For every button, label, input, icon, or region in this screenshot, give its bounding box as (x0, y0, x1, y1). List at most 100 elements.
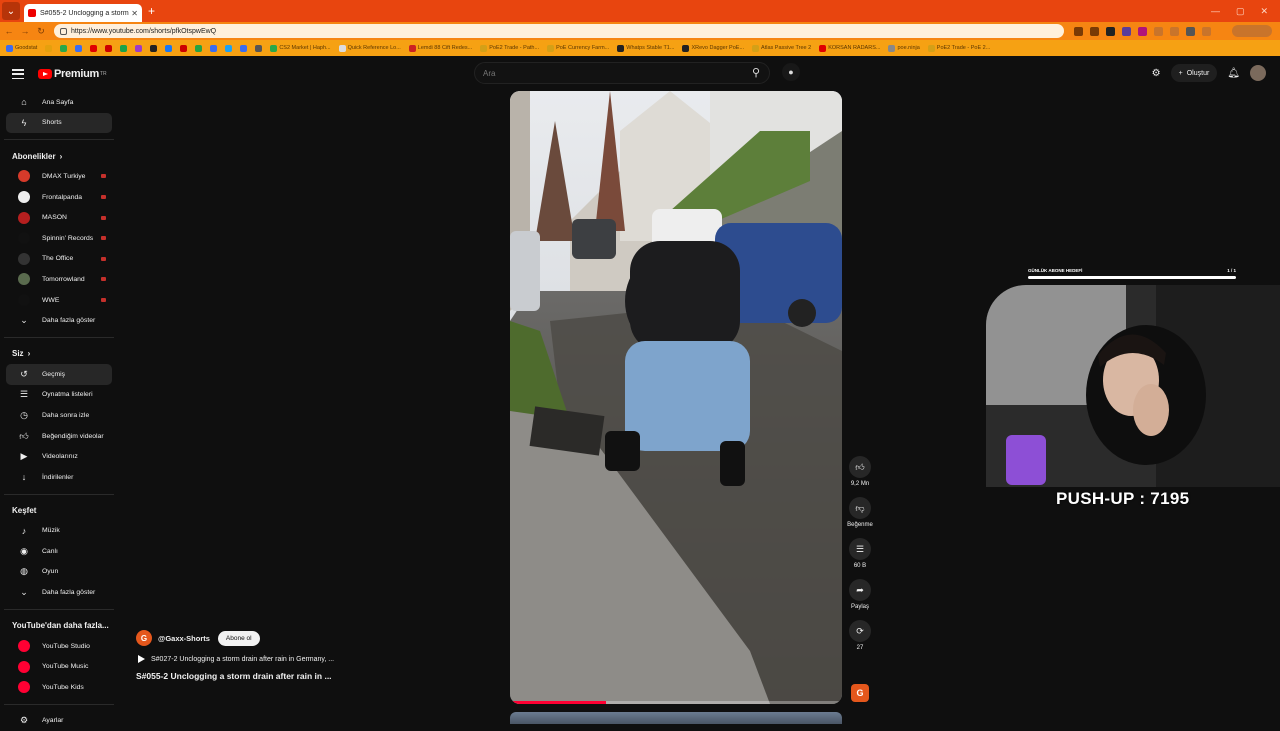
channel-avatar[interactable]: G (136, 630, 152, 646)
address-bar[interactable]: https://www.youtube.com/shorts/pfkOtspwE… (54, 24, 1064, 38)
bookmark-item[interactable] (180, 44, 188, 52)
bookmark-item[interactable]: Whatps Stable T1... (617, 44, 674, 52)
site-info-icon[interactable] (60, 27, 67, 35)
subscribe-button[interactable]: Abone ol (217, 630, 260, 646)
sidebar-item[interactable]: YouTube Music (6, 656, 112, 677)
bookmark-item[interactable] (210, 44, 218, 52)
bookmark-star-icon[interactable] (1090, 26, 1099, 36)
close-window-icon[interactable]: ✕ (1260, 6, 1268, 17)
profile-button[interactable] (1232, 25, 1272, 37)
bookmark-item[interactable] (75, 44, 83, 52)
bookmark-item[interactable]: Quick Reference Lo... (338, 44, 401, 52)
bookmark-item[interactable] (195, 44, 203, 52)
sidebar-item[interactable]: Tomorrowland (6, 269, 112, 290)
subscriptions-header[interactable]: Abonelikler › (0, 146, 118, 166)
bookmark-item[interactable] (225, 44, 233, 52)
sidebar-item[interactable]: ◍ Oyun (6, 562, 112, 583)
remix-button[interactable]: ⟳ (849, 620, 871, 642)
bookmark-item[interactable]: poe.ninja (888, 44, 920, 52)
channel-thumbnail[interactable]: G (851, 684, 869, 702)
create-button[interactable]: + Oluştur (1170, 64, 1218, 82)
bookmark-item[interactable]: PoE2 Trade - PoE 2... (927, 44, 990, 52)
avatar-icon[interactable] (1186, 26, 1195, 36)
bookmark-item[interactable]: Atlas Passive Tree 2 (752, 44, 811, 52)
sidebar-item[interactable]: ↺ Geçmiş (6, 363, 112, 385)
sidebar-item[interactable]: ⌄ Daha fazla göster (6, 310, 112, 331)
bookmark-item[interactable] (120, 44, 128, 52)
dislike-button[interactable]: 👎︎ (849, 497, 871, 519)
playlist-link[interactable]: S#027-2 Unclogging a storm drain after r… (136, 655, 496, 663)
video-title[interactable]: S#055-2 Unclogging a storm drain after r… (136, 671, 496, 681)
comments-button[interactable]: ☰ (849, 538, 871, 560)
sidebar-item[interactable]: ▶ Videolarınız (6, 446, 112, 467)
maximize-icon[interactable]: ▢ (1236, 6, 1245, 17)
menu-icon[interactable] (1202, 26, 1211, 36)
bookmark-item[interactable]: Lemdi 88 Cift Redes... (408, 44, 472, 52)
bookmark-item[interactable] (60, 44, 68, 52)
shorts-video-player[interactable] (510, 91, 842, 704)
share-button[interactable]: ➦ (849, 579, 871, 601)
bookmark-item[interactable] (165, 44, 173, 52)
sidebar-item[interactable]: Frontalpanda (6, 187, 112, 208)
channel-name[interactable]: @Gaxx-Shorts (158, 634, 210, 643)
sidebar-item[interactable]: DMAX Turkiye (6, 166, 112, 187)
you-header[interactable]: Siz › (0, 344, 118, 364)
minimize-icon[interactable]: — (1211, 6, 1220, 17)
bookmark-item[interactable]: Goodstat (6, 44, 37, 52)
video-progress-bar[interactable] (510, 701, 842, 704)
bookmark-item[interactable]: XRevo Dagger PoE... (682, 44, 744, 52)
browser-tab[interactable]: S#055-2 Unclogging a storm ✕ (24, 4, 142, 22)
back-icon[interactable]: ← (2, 26, 16, 36)
forward-icon[interactable]: → (18, 26, 32, 36)
sidebar-item[interactable]: ◷ Daha sonra izle (6, 405, 112, 426)
sidebar-item[interactable]: ϟ Shorts (6, 112, 112, 134)
explore-header[interactable]: Keşfet (0, 501, 118, 521)
bookmark-item[interactable] (105, 44, 113, 52)
bookmark-item[interactable] (255, 44, 263, 52)
bookmark-item[interactable]: PoE2 Trade - Path... (480, 44, 539, 52)
search-icon[interactable]: ⚲ (749, 66, 763, 80)
search-input[interactable]: Ara ⚲ (474, 62, 770, 84)
reload-icon[interactable]: ↻ (34, 26, 48, 37)
sidebar-item[interactable]: Spinnin' Records (6, 228, 112, 249)
microphone-icon[interactable]: ● (782, 63, 800, 81)
sidebar-item[interactable]: MASON (6, 207, 112, 228)
sidebar-item[interactable]: ◉ Canlı (6, 541, 112, 562)
sidebar-item[interactable]: YouTube Kids (6, 677, 112, 698)
bookmark-item[interactable] (45, 44, 53, 52)
like-button[interactable]: 👍︎ (849, 456, 871, 478)
extension-icon[interactable] (1138, 26, 1147, 36)
bookmark-item[interactable] (135, 44, 143, 52)
more-from-youtube-header[interactable]: YouTube'dan daha fazla... (0, 616, 118, 636)
sidebar-item[interactable]: YouTube Studio (6, 636, 112, 657)
notifications-icon[interactable]: 🔔︎ (1227, 68, 1240, 79)
account-avatar[interactable] (1250, 65, 1266, 81)
extension-icon[interactable] (1106, 26, 1115, 36)
sidebar-item[interactable]: ⚙ Ayarlar (6, 711, 112, 731)
close-tab-icon[interactable]: ✕ (131, 9, 138, 18)
sidebar-item[interactable]: ⌂ Ana Sayfa (6, 92, 112, 113)
tab-search-icon[interactable]: ⌄ (2, 2, 20, 20)
extension-icon[interactable] (1154, 26, 1163, 36)
sidebar-item[interactable]: WWE (6, 290, 112, 311)
sidebar-item[interactable]: ⌄ Daha fazla göster (6, 582, 112, 603)
new-tab-icon[interactable]: + (148, 4, 155, 18)
sidebar-item[interactable]: 👍︎ Beğendiğim videolar (6, 426, 112, 447)
sidebar-item[interactable]: ♪ Müzik (6, 521, 112, 542)
menu-icon[interactable] (12, 69, 24, 79)
sidebar-item[interactable]: The Office (6, 249, 112, 270)
youtube-premium-logo[interactable]: Premium TR (38, 68, 107, 80)
next-short-preview[interactable] (510, 712, 842, 724)
install-icon[interactable] (1074, 26, 1083, 36)
extension-icon[interactable] (1170, 26, 1179, 36)
bookmark-item[interactable] (90, 44, 98, 52)
sidebar-item[interactable]: ↓ İndirilenler (6, 467, 112, 488)
bookmark-item[interactable] (240, 44, 248, 52)
extension-icon[interactable] (1122, 26, 1131, 36)
bookmark-item[interactable]: KORSAN RADARS... (819, 44, 880, 52)
bookmark-item[interactable] (150, 44, 158, 52)
bookmark-item[interactable]: CS2 Market | Haph... (270, 44, 331, 52)
cast-icon[interactable]: ⚙ (1152, 68, 1161, 79)
sidebar-item[interactable]: ☰ Oynatma listeleri (6, 385, 112, 406)
bookmark-item[interactable]: PoE Currency Farm... (547, 44, 609, 52)
